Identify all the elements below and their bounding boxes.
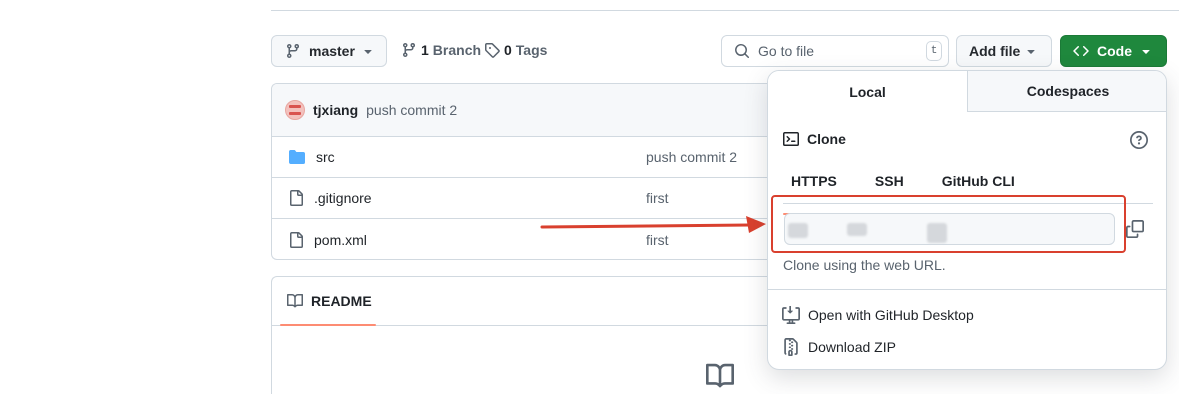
file-commit-message[interactable]: first xyxy=(646,190,669,206)
active-tab-underline xyxy=(280,324,376,326)
table-row[interactable]: .gitignore first xyxy=(272,178,791,219)
search-placeholder: Go to file xyxy=(758,43,815,59)
branches-link[interactable]: 1 Branch xyxy=(401,42,481,58)
popover-divider xyxy=(768,289,1166,290)
tags-count: 0 xyxy=(504,42,512,58)
file-name[interactable]: src xyxy=(316,149,335,165)
desktop-download-icon xyxy=(782,306,800,324)
branch-select-button[interactable]: master xyxy=(271,35,387,67)
annotation-highlight-box xyxy=(771,195,1126,253)
folder-icon xyxy=(288,149,306,165)
commit-author[interactable]: tjxiang xyxy=(313,102,358,118)
branches-label: Branch xyxy=(432,42,482,58)
add-file-button[interactable]: Add file xyxy=(956,35,1052,67)
code-label: Code xyxy=(1097,43,1132,59)
git-branch-icon xyxy=(285,43,301,59)
file-commit-message[interactable]: push commit 2 xyxy=(646,149,737,165)
file-name[interactable]: .gitignore xyxy=(314,190,372,206)
terminal-icon xyxy=(783,131,799,147)
clone-header: Clone xyxy=(783,131,846,147)
search-icon xyxy=(734,43,750,59)
file-icon xyxy=(288,190,304,206)
caret-down-icon xyxy=(360,43,376,59)
download-zip-label: Download ZIP xyxy=(808,339,896,355)
tags-label: Tags xyxy=(515,42,548,58)
add-file-label: Add file xyxy=(969,43,1021,59)
readme-tab-label: README xyxy=(311,293,372,309)
readme-panel: README xyxy=(271,276,791,394)
file-icon xyxy=(288,231,304,248)
tab-codespaces[interactable]: Codespaces xyxy=(968,71,1166,112)
latest-commit-row: tjxiang push commit 2 xyxy=(272,84,791,137)
caret-down-icon xyxy=(1023,43,1039,59)
popover-tabs: Local Codespaces xyxy=(768,71,1166,112)
go-to-file-input[interactable]: Go to file t xyxy=(721,35,949,67)
code-icon xyxy=(1073,43,1089,59)
book-icon xyxy=(287,293,303,309)
file-zip-icon xyxy=(782,338,800,356)
commit-message[interactable]: push commit 2 xyxy=(366,102,457,118)
tab-local[interactable]: Local xyxy=(768,71,968,112)
question-icon[interactable] xyxy=(1130,131,1148,149)
top-divider xyxy=(271,10,1179,11)
git-branch-icon xyxy=(401,42,417,58)
clone-title: Clone xyxy=(807,131,846,147)
annotation-arrow-icon xyxy=(540,216,766,233)
keyboard-shortcut-hint: t xyxy=(926,41,942,61)
readme-tab[interactable]: README xyxy=(272,277,791,326)
avatar[interactable] xyxy=(285,100,305,120)
download-zip-button[interactable]: Download ZIP xyxy=(782,338,896,356)
table-row[interactable]: src push commit 2 xyxy=(272,137,791,178)
tag-icon xyxy=(484,42,500,58)
clone-hint: Clone using the web URL. xyxy=(783,257,946,273)
file-name[interactable]: pom.xml xyxy=(314,232,367,248)
branch-name: master xyxy=(309,43,355,59)
copy-icon[interactable] xyxy=(1126,220,1144,238)
open-github-desktop-button[interactable]: Open with GitHub Desktop xyxy=(782,306,974,324)
caret-down-icon xyxy=(1138,43,1154,59)
book-icon xyxy=(702,362,738,390)
tags-link[interactable]: 0 Tags xyxy=(484,42,547,58)
code-button[interactable]: Code xyxy=(1060,35,1167,67)
clone-popover: Local Codespaces Clone HTTPS SSH GitHub … xyxy=(767,70,1167,370)
branches-count: 1 xyxy=(421,42,429,58)
open-github-desktop-label: Open with GitHub Desktop xyxy=(808,307,974,323)
